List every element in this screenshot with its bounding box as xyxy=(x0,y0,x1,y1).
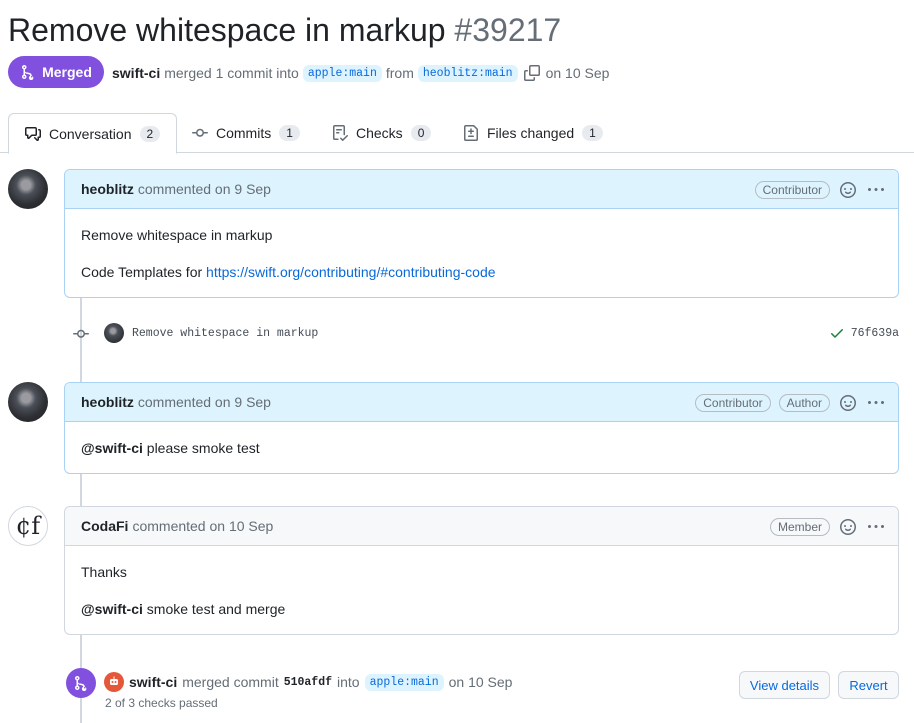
comment-text: smoke test and merge xyxy=(142,601,286,617)
merge-commit-sha[interactable]: 510afdf xyxy=(284,676,332,689)
comment-2: heoblitz commented on 9 Sep Contributor … xyxy=(64,382,899,474)
user-mention[interactable]: @swift-ci xyxy=(81,601,143,617)
author-label: Author xyxy=(778,393,830,412)
pr-number: #39217 xyxy=(454,12,562,48)
merged-state-badge: Merged xyxy=(8,56,104,88)
smiley-icon[interactable] xyxy=(838,517,858,537)
contributor-label: Contributor xyxy=(754,180,830,199)
comment-paragraph: Code Templates for https://swift.org/con… xyxy=(81,262,882,282)
comment-header-actions: Contributor xyxy=(754,170,886,209)
merge-date: on 10 Sep xyxy=(545,65,610,81)
comment-header: heoblitz commented on 9 Sep Contributor xyxy=(65,170,898,209)
avatar[interactable]: ¢f xyxy=(8,506,48,546)
tab-files-changed[interactable]: Files changed 1 xyxy=(463,113,603,153)
tab-label: Commits xyxy=(216,125,272,141)
merge-actor[interactable]: swift-ci xyxy=(129,674,177,690)
tab-label: Conversation xyxy=(49,125,132,142)
merge-base-branch[interactable]: apple:main xyxy=(364,673,444,691)
comment-timestamp[interactable]: commented on 9 Sep xyxy=(138,394,271,410)
check-icon[interactable] xyxy=(829,325,845,341)
commit-message[interactable]: Remove whitespace in markup xyxy=(132,327,318,340)
checklist-icon xyxy=(333,125,348,141)
smiley-icon[interactable] xyxy=(838,393,858,413)
head-branch[interactable]: heoblitz:main xyxy=(417,64,518,82)
merged-text: merged 1 commit into xyxy=(164,65,299,81)
tab-checks[interactable]: Checks 0 xyxy=(332,113,432,153)
comment-body: Thanks @swift-ci smoke test and merge xyxy=(65,546,898,635)
comment-body: Remove whitespace in markup Code Templat… xyxy=(65,209,898,298)
commit-status: 76f639a xyxy=(829,322,899,344)
merge-date[interactable]: on 10 Sep xyxy=(449,674,513,690)
git-merge-icon xyxy=(22,65,34,80)
comment-text: Code Templates for xyxy=(81,264,207,280)
commit-sha[interactable]: 76f639a xyxy=(851,327,899,340)
tab-counter: 1 xyxy=(279,125,300,141)
pr-meta: swift-ci merged 1 commit into apple:main… xyxy=(112,62,609,84)
avatar[interactable] xyxy=(8,382,48,422)
from-text: from xyxy=(385,65,414,81)
merge-event: swift-ci merged commit 510afdf into appl… xyxy=(104,671,512,693)
contributor-label: Contributor xyxy=(695,393,771,412)
tab-counter: 0 xyxy=(410,125,432,141)
merge-into-text: into xyxy=(337,674,360,690)
state-label: Merged xyxy=(42,64,92,80)
comment-header-actions: Contributor Author xyxy=(695,383,886,422)
copy-icon[interactable] xyxy=(523,65,540,81)
comment-body: @swift-ci please smoke test xyxy=(65,422,898,474)
avatar[interactable] xyxy=(8,169,48,209)
commit-row: Remove whitespace in markup xyxy=(104,322,318,344)
view-details-button[interactable]: View details xyxy=(739,671,830,699)
comment-paragraph: Thanks xyxy=(81,564,127,580)
git-merge-icon xyxy=(66,668,96,698)
checks-summary[interactable]: 2 of 3 checks passed xyxy=(105,696,218,710)
merge-text: merged commit xyxy=(182,674,279,690)
user-mention[interactable]: @swift-ci xyxy=(81,440,143,456)
pr-tabs: Conversation 2 Commits 1 Checks 0 Files … xyxy=(0,113,914,154)
tab-label: Files changed xyxy=(487,125,575,141)
comment-timestamp[interactable]: commented on 9 Sep xyxy=(138,181,271,197)
comment-3: CodaFi commented on 10 Sep Member Thanks… xyxy=(64,506,899,635)
comment-discussion-icon xyxy=(25,126,41,141)
kebab-horizontal-icon[interactable] xyxy=(866,517,886,537)
bot-avatar[interactable] xyxy=(104,672,124,692)
contributing-link[interactable]: https://swift.org/contributing/#contribu… xyxy=(206,264,496,280)
comment-author[interactable]: heoblitz xyxy=(81,181,134,197)
git-commit-icon xyxy=(192,128,208,137)
smiley-icon[interactable] xyxy=(838,180,858,200)
comment-paragraph: @swift-ci smoke test and merge xyxy=(81,599,882,619)
kebab-horizontal-icon[interactable] xyxy=(866,393,886,413)
tab-conversation[interactable]: Conversation 2 xyxy=(8,113,178,154)
comment-header: CodaFi commented on 10 Sep Member xyxy=(65,507,898,546)
pr-title-row: Remove whitespace in markup #39217 xyxy=(8,10,561,50)
base-branch[interactable]: apple:main xyxy=(302,64,382,82)
commit-author-avatar[interactable] xyxy=(104,323,124,343)
tab-counter: 1 xyxy=(582,125,603,141)
merger-link[interactable]: swift-ci xyxy=(112,65,160,81)
comment-timestamp[interactable]: commented on 10 Sep xyxy=(132,518,273,534)
pr-title: Remove whitespace in markup xyxy=(8,12,446,48)
tab-counter: 2 xyxy=(139,125,161,142)
member-label: Member xyxy=(769,517,830,536)
comment-paragraph: @swift-ci please smoke test xyxy=(81,438,882,458)
tab-commits[interactable]: Commits 1 xyxy=(192,113,300,153)
comment-1: heoblitz commented on 9 Sep Contributor … xyxy=(64,169,899,298)
comment-header-actions: Member xyxy=(769,507,886,546)
tab-label: Checks xyxy=(356,125,403,141)
git-commit-icon xyxy=(73,326,89,342)
revert-button[interactable]: Revert xyxy=(838,671,899,699)
comment-paragraph: Remove whitespace in markup xyxy=(81,227,273,243)
comment-header: heoblitz commented on 9 Sep Contributor … xyxy=(65,383,898,422)
comment-text: please smoke test xyxy=(142,440,260,456)
comment-author[interactable]: CodaFi xyxy=(81,518,128,534)
comment-author[interactable]: heoblitz xyxy=(81,394,134,410)
kebab-horizontal-icon[interactable] xyxy=(866,180,886,200)
file-diff-icon xyxy=(464,125,478,141)
